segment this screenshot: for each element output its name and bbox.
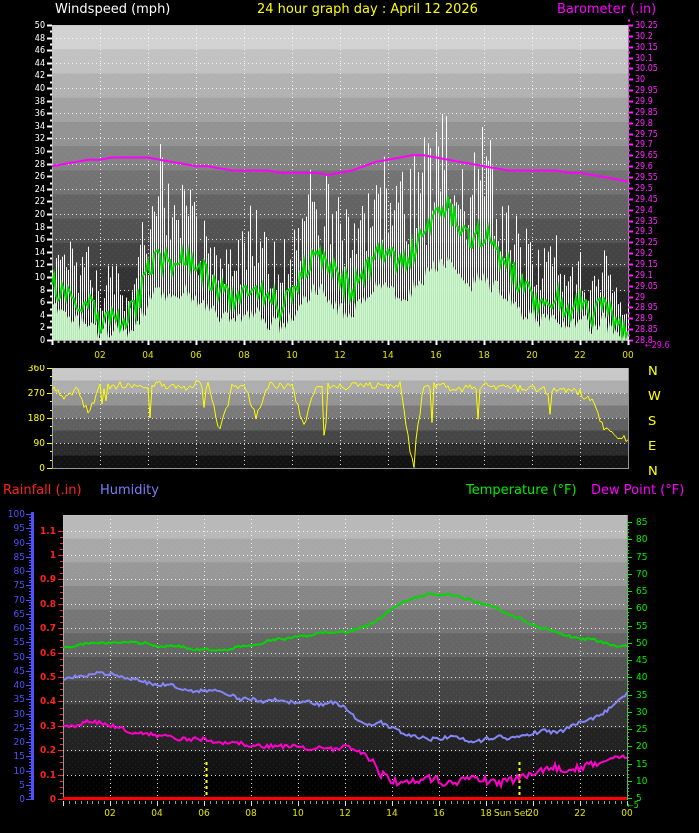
rainfall-axis-title: Rainfall (.in) <box>3 483 82 498</box>
humidity-axis-title: Humidity <box>100 483 159 498</box>
temperature-axis-title: Temperature (°F) <box>466 483 577 498</box>
windspeed-barometer-chart <box>0 0 699 365</box>
wind-direction-chart <box>0 365 699 482</box>
dewpoint-axis-title: Dew Point (°F) <box>591 483 685 498</box>
rainfall-humidity-temperature-chart <box>0 505 699 833</box>
weather-graph-page: Windspeed (mph) 24 hour graph day : Apri… <box>0 0 699 833</box>
